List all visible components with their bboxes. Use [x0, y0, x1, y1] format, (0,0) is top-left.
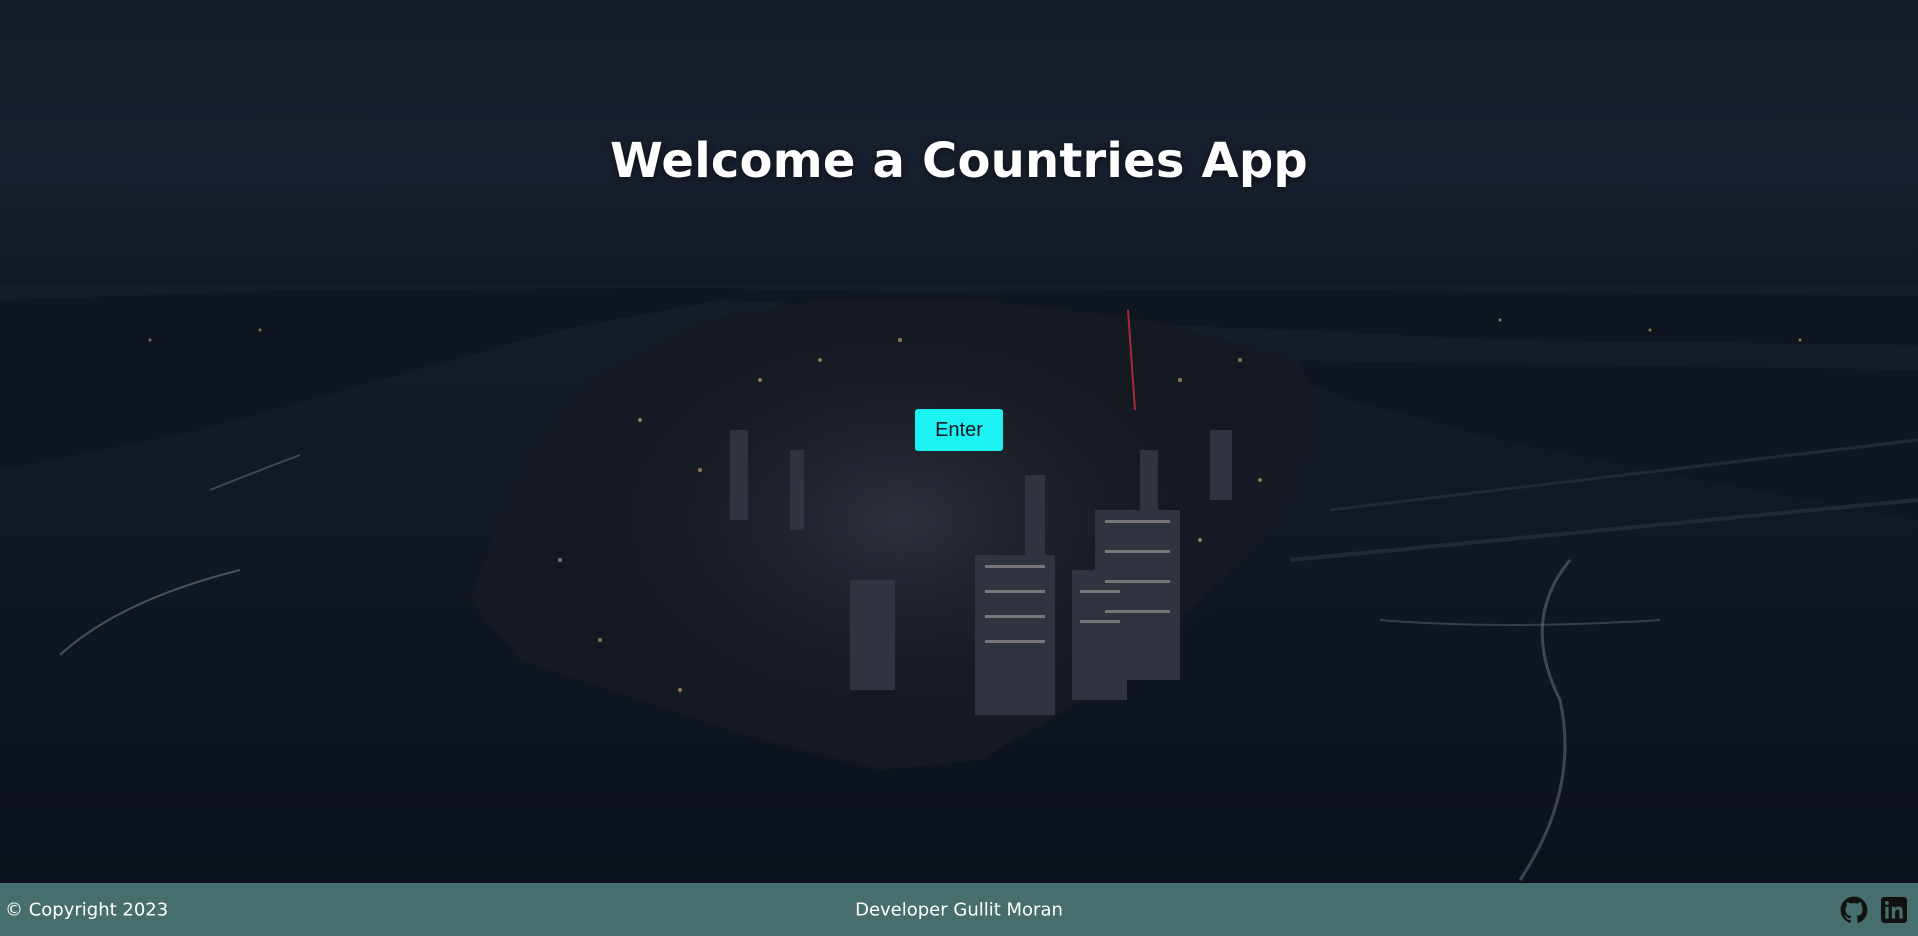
github-icon[interactable]: [1840, 896, 1868, 924]
landing-page: Welcome a Countries App Enter © Copyrigh…: [0, 0, 1918, 936]
developer-credit: Developer Gullit Moran: [855, 899, 1063, 920]
copyright-text: © Copyright 2023: [5, 899, 169, 920]
social-links: [1840, 896, 1908, 924]
page-title: Welcome a Countries App: [610, 133, 1308, 189]
footer: © Copyright 2023 Developer Gullit Moran: [0, 883, 1918, 936]
linkedin-icon[interactable]: [1880, 896, 1908, 924]
enter-button[interactable]: Enter: [915, 409, 1003, 451]
